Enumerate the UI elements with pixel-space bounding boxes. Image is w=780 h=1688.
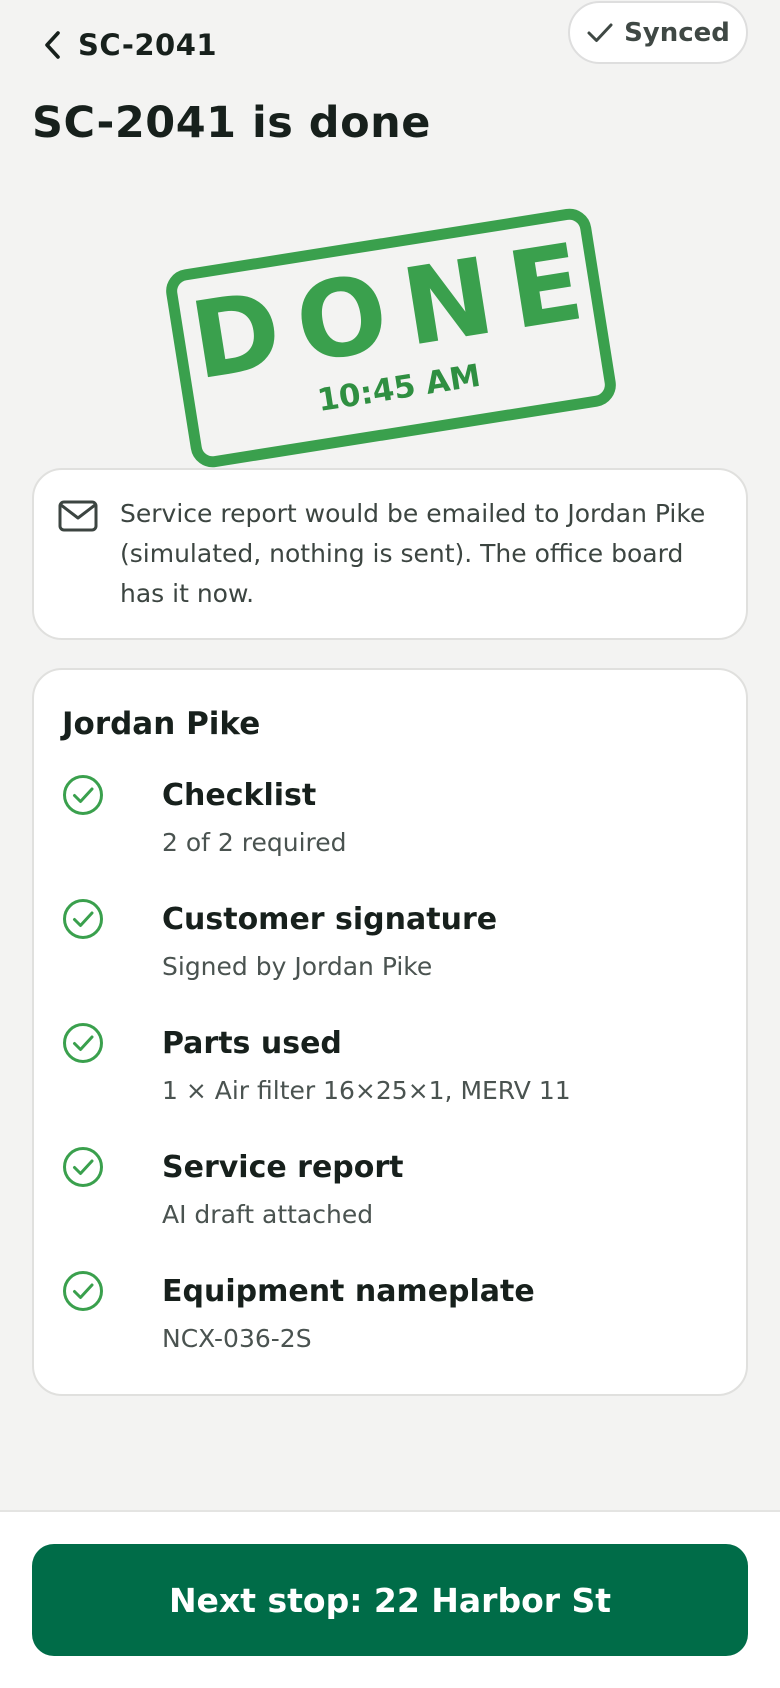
list-item-checklist: Checklist 2 of 2 required: [62, 774, 722, 898]
check-circle-icon: [63, 899, 103, 939]
list-item-equipment-nameplate: Equipment nameplate NCX-036-2S: [62, 1270, 722, 1394]
bottom-action-bar: Next stop: 22 Harbor St: [0, 1510, 780, 1688]
checkmark-icon: [587, 23, 613, 42]
done-stamp: DONE 10:45 AM: [163, 205, 619, 471]
check-circle-icon: [63, 1271, 103, 1311]
customer-name: Jordan Pike: [62, 706, 261, 742]
job-id-label: SC-2041: [78, 28, 218, 62]
job-complete-screen: SC-2041 Synced SC-2041 is done DONE 10:4…: [0, 0, 780, 1688]
item-title: Checklist: [162, 778, 317, 813]
item-title: Parts used: [162, 1026, 342, 1061]
list-item-customer-signature: Customer signature Signed by Jordan Pike: [62, 898, 722, 1022]
email-notice-text: Service report would be emailed to Jorda…: [120, 499, 706, 608]
completion-checklist: Checklist 2 of 2 required Customer signa…: [62, 774, 722, 1394]
check-circle-icon: [63, 775, 103, 815]
item-title: Equipment nameplate: [162, 1274, 535, 1309]
back-button[interactable]: SC-2041: [40, 28, 217, 62]
job-summary-card: Jordan Pike Checklist 2 of 2 required Cu…: [32, 668, 748, 1396]
item-detail: Signed by Jordan Pike: [162, 952, 433, 981]
check-circle-icon: [63, 1147, 103, 1187]
page-title: SC-2041 is done: [32, 98, 431, 148]
sync-status-badge: Synced: [568, 1, 748, 64]
list-item-service-report: Service report AI draft attached: [62, 1146, 722, 1270]
sync-status-label: Synced: [624, 17, 730, 48]
item-title: Service report: [162, 1150, 404, 1185]
email-notice-card: Service report would be emailed to Jorda…: [32, 468, 748, 640]
item-detail: NCX-036-2S: [162, 1324, 312, 1353]
list-item-parts-used: Parts used 1 × Air filter 16×25×1, MERV …: [62, 1022, 722, 1146]
item-detail: 2 of 2 required: [162, 828, 347, 857]
mail-icon: [58, 500, 98, 532]
item-title: Customer signature: [162, 902, 498, 937]
next-stop-button[interactable]: Next stop: 22 Harbor St: [32, 1544, 748, 1656]
check-circle-icon: [63, 1023, 103, 1063]
item-detail: AI draft attached: [162, 1200, 374, 1229]
chevron-left-icon: [45, 31, 60, 59]
item-detail: 1 × Air filter 16×25×1, MERV 11: [162, 1076, 571, 1105]
